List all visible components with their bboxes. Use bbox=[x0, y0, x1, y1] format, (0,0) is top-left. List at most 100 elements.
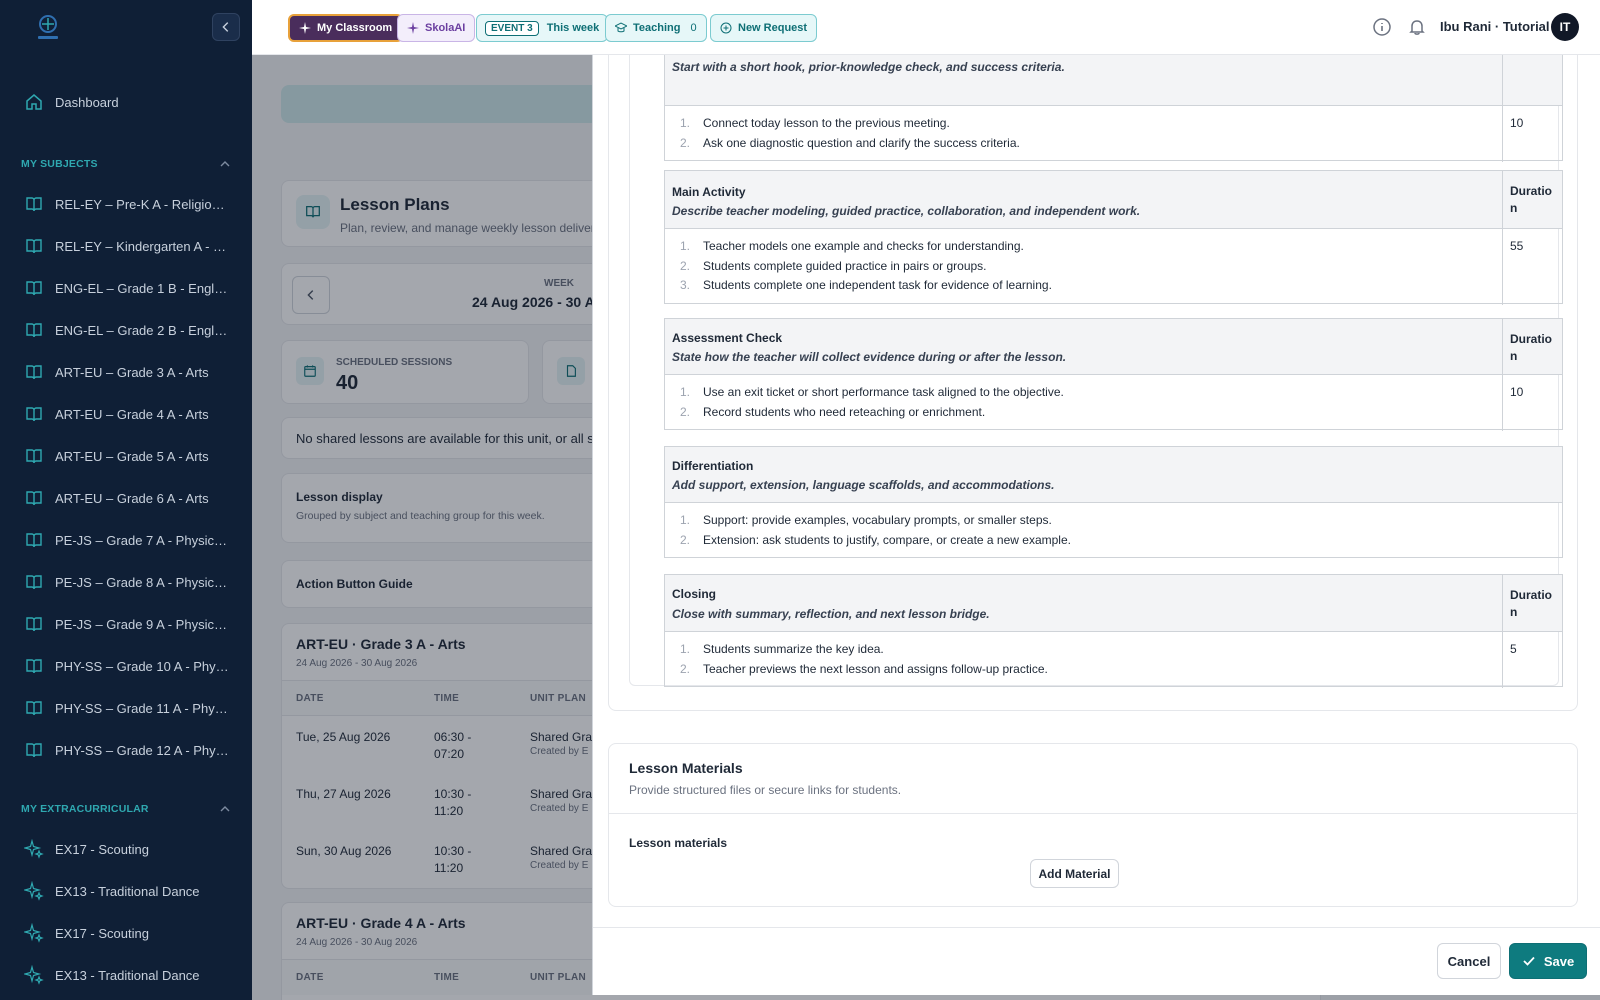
book-icon bbox=[26, 533, 42, 548]
book-icon bbox=[26, 659, 42, 674]
sidebar-item-dashboard[interactable]: Dashboard bbox=[0, 82, 252, 122]
step-text: Teacher previews the next lesson and ass… bbox=[703, 661, 1048, 676]
info-icon[interactable] bbox=[1372, 17, 1392, 37]
section-title: Closing bbox=[672, 587, 716, 601]
sidebar-item-subject[interactable]: ENG-EL – Grade 1 B - English bbox=[0, 268, 252, 308]
section-title: Main Activity bbox=[672, 185, 746, 199]
sidebar-item-subject[interactable]: PHY-SS – Grade 10 A - Physics bbox=[0, 646, 252, 686]
step-item: 2. Teacher previews the next lesson and a… bbox=[680, 662, 1048, 676]
book-icon bbox=[26, 407, 42, 422]
top-bar: My Classroom SkolaAI EVENT 3 This week T… bbox=[252, 0, 1600, 55]
sparkles-icon bbox=[24, 965, 44, 985]
step-number: 1. bbox=[680, 116, 691, 130]
chevron-up-icon bbox=[220, 806, 230, 812]
plus-circle-icon bbox=[720, 22, 732, 34]
step-number: 2. bbox=[680, 532, 691, 547]
step-text: Students summarize the key idea. bbox=[703, 642, 884, 656]
section-body: 1. Support: provide examples, vocabulary … bbox=[665, 503, 1562, 559]
book-icon bbox=[26, 575, 42, 590]
book-icon bbox=[26, 197, 42, 212]
cancel-button[interactable]: Cancel bbox=[1437, 943, 1501, 979]
lesson-steps-card: Start with a short hook, prior-knowledge… bbox=[608, 36, 1578, 711]
step-item: 1. Connect today lesson to the previous m… bbox=[680, 116, 950, 130]
sidebar-item-subject[interactable]: PE-JS – Grade 8 A - Physical Education bbox=[0, 562, 252, 602]
event-button[interactable]: EVENT 3 This week bbox=[476, 14, 609, 42]
section-title: MY EXTRACURRICULAR bbox=[21, 803, 149, 815]
sidebar-item-label: ART-EU – Grade 3 A - Arts bbox=[55, 364, 209, 380]
bell-icon[interactable] bbox=[1407, 17, 1427, 37]
section-body: 1. Connect today lesson to the previous m… bbox=[665, 106, 1562, 162]
avatar[interactable]: IT bbox=[1551, 13, 1579, 41]
sidebar-item-label: EX17 - Scouting bbox=[55, 925, 149, 941]
chevron-left-icon bbox=[222, 22, 229, 32]
duration-value: 10 bbox=[1510, 385, 1524, 399]
duration-cell[interactable]: 5 bbox=[1502, 632, 1562, 688]
skolaai-button[interactable]: SkolaAI bbox=[397, 14, 476, 42]
materials-label: Lesson materials bbox=[629, 836, 728, 850]
duration-label: Duration bbox=[1510, 588, 1552, 619]
book-icon bbox=[26, 701, 42, 716]
teaching-label: Teaching bbox=[633, 22, 681, 34]
sparkles-icon bbox=[24, 923, 44, 943]
sidebar-item-subject[interactable]: ART-EU – Grade 6 A - Arts bbox=[0, 478, 252, 518]
section-body: 1. Teacher models one example and checks … bbox=[665, 229, 1562, 305]
materials-subtitle: Provide structured files or secure links… bbox=[629, 783, 902, 797]
section-subtitle: State how the teacher will collect evide… bbox=[672, 350, 1067, 364]
teaching-button[interactable]: Teaching 0 bbox=[605, 14, 707, 42]
sidebar-item-label: Dashboard bbox=[55, 94, 119, 110]
lesson-section-table: Differentiation Add support, extension, l… bbox=[664, 446, 1563, 558]
step-number: 1. bbox=[680, 513, 691, 527]
sidebar-item-label: ART-EU – Grade 4 A - Arts bbox=[55, 406, 209, 422]
step-item: 2. Record students who need reteaching or… bbox=[680, 405, 985, 419]
user-name[interactable]: Ibu Rani · Tutorial bbox=[1440, 19, 1550, 34]
save-label: Save bbox=[1543, 953, 1575, 969]
sidebar-item-subject[interactable]: PE-JS – Grade 7 A - Physical Education bbox=[0, 520, 252, 560]
sidebar-item-subject[interactable]: REL-EY – Pre-K A - Religious and Charact… bbox=[0, 184, 252, 224]
book-icon bbox=[26, 743, 42, 758]
duration-cell[interactable]: 55 bbox=[1502, 229, 1562, 305]
sidebar-item-extracurricular[interactable]: EX13 - Traditional Dance bbox=[0, 871, 252, 911]
add-material-button[interactable]: Add Material bbox=[1030, 859, 1119, 888]
save-button[interactable]: Save bbox=[1509, 943, 1587, 979]
duration-header: Duration bbox=[1502, 319, 1562, 374]
sidebar-item-label: PE-JS – Grade 9 A - Physical Education bbox=[55, 616, 230, 632]
sidebar-item-extracurricular[interactable]: EX13 - Traditional Dance bbox=[0, 955, 252, 995]
section-subtitle: Describe teacher modeling, guided practi… bbox=[672, 204, 1141, 218]
step-item: 3. Students complete one independent task… bbox=[680, 278, 1052, 292]
new-request-button[interactable]: New Request bbox=[710, 14, 818, 42]
step-number: 3. bbox=[680, 278, 691, 292]
my-subjects-section-header[interactable]: MY SUBJECTS bbox=[21, 158, 231, 170]
duration-header: Duration bbox=[1502, 575, 1562, 631]
sidebar-item-subject[interactable]: PHY-SS – Grade 11 A - Physics bbox=[0, 688, 252, 728]
sidebar-item-subject[interactable]: ART-EU – Grade 5 A - Arts bbox=[0, 436, 252, 476]
section-header: Differentiation Add support, extension, l… bbox=[665, 447, 1562, 503]
sidebar-item-subject[interactable]: ART-EU – Grade 4 A - Arts bbox=[0, 394, 252, 434]
step-text: Use an exit ticket or short performance … bbox=[703, 385, 1064, 399]
sidebar-item-extracurricular[interactable]: EX17 - Scouting bbox=[0, 829, 252, 869]
sidebar-item-label: EX13 - Traditional Dance bbox=[55, 883, 200, 899]
step-item: 1. Support: provide examples, vocabulary … bbox=[680, 513, 1052, 527]
graduation-cap-icon bbox=[615, 22, 627, 33]
book-icon bbox=[26, 491, 42, 506]
step-text: Students complete guided practice in pai… bbox=[703, 258, 987, 273]
my-classroom-button[interactable]: My Classroom bbox=[288, 14, 404, 42]
sidebar-item-subject[interactable]: ENG-EL – Grade 2 B - English bbox=[0, 310, 252, 350]
sidebar-item-subject[interactable]: ART-EU – Grade 3 A - Arts bbox=[0, 352, 252, 392]
duration-cell[interactable]: 10 bbox=[1502, 375, 1562, 431]
my-extracurricular-section-header[interactable]: MY EXTRACURRICULAR bbox=[21, 803, 231, 815]
step-number: 2. bbox=[680, 135, 691, 150]
sidebar-item-subject[interactable]: PHY-SS – Grade 12 A - Physics bbox=[0, 730, 252, 770]
skolaai-label: SkolaAI bbox=[425, 22, 466, 34]
sidebar-item-extracurricular[interactable]: EX17 - Scouting bbox=[0, 913, 252, 953]
sidebar-item-subject[interactable]: PE-JS – Grade 9 A - Physical Education bbox=[0, 604, 252, 644]
book-icon bbox=[26, 239, 42, 254]
sidebar-item-label: PHY-SS – Grade 11 A - Physics bbox=[55, 700, 230, 716]
sidebar-item-subject[interactable]: REL-EY – Kindergarten A - Religious and … bbox=[0, 226, 252, 266]
sidebar-item-label: REL-EY – Pre-K A - Religious and Charact… bbox=[55, 196, 230, 212]
sparkles-icon bbox=[24, 881, 44, 901]
sidebar-item-label: ENG-EL – Grade 2 B - English bbox=[55, 322, 230, 338]
lesson-plan-drawer: Start with a short hook, prior-knowledge… bbox=[592, 36, 1600, 995]
collapse-sidebar-button[interactable] bbox=[212, 13, 240, 41]
step-item: 2. Students complete guided practice in p… bbox=[680, 259, 987, 273]
duration-cell[interactable]: 10 bbox=[1502, 106, 1562, 162]
